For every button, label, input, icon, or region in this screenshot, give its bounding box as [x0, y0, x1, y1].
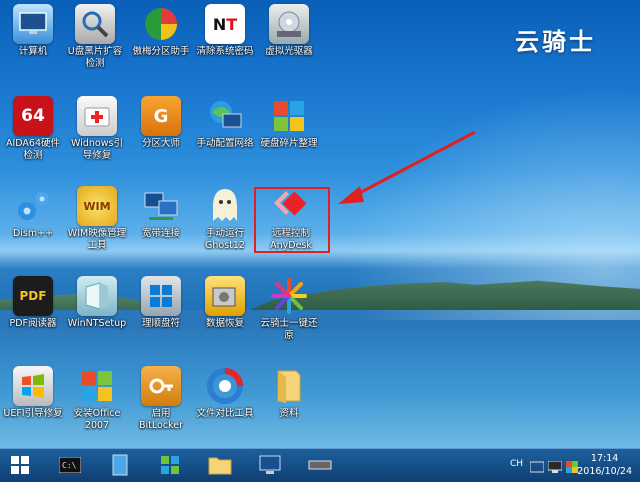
uefi-repair-shortcut[interactable]: UEFI引导修复	[0, 366, 66, 420]
magnifier-icon	[75, 4, 115, 44]
folder-icon	[269, 366, 309, 406]
data-recovery-icon	[205, 276, 245, 316]
data-recovery-shortcut[interactable]: 数据恢复	[192, 276, 258, 330]
winntsetup-shortcut[interactable]: WinNTSetup	[64, 276, 130, 330]
defrag-blocks-icon	[269, 96, 309, 136]
network-config-shortcut[interactable]: 手动配置网络	[192, 96, 258, 150]
nt-key-icon: NT	[205, 4, 245, 44]
display-icon[interactable]	[547, 458, 563, 477]
pdf-reader-shortcut[interactable]: PDF PDF阅读器	[0, 276, 66, 330]
windows-boot-repair-shortcut[interactable]: Widnows引 导修复	[64, 96, 130, 162]
office-icon	[77, 366, 117, 406]
windows-logo-icon	[11, 456, 29, 474]
ime-indicator[interactable]: CH	[510, 459, 523, 469]
clock-time: 17:14	[590, 453, 619, 464]
pie-disk-icon	[141, 4, 181, 44]
computer-shortcut[interactable]: 计算机	[0, 4, 66, 58]
command-prompt-icon: C:\	[59, 457, 81, 473]
keyboard-icon[interactable]	[529, 458, 545, 477]
windows-flag-icon	[13, 366, 53, 406]
g-icon: G	[141, 96, 181, 136]
desktop: 云骑士 计算机 U盘黑片扩容 检测 傲梅分区助手 NT 清除系统密码 虚拟光驱器…	[0, 0, 640, 448]
defrag-shortcut[interactable]: 硬盘碎片整理	[256, 96, 322, 150]
dism-shortcut[interactable]: Dism++	[0, 186, 66, 240]
aida64-shortcut[interactable]: 64 AIDA64硬件 检测	[0, 96, 66, 162]
broadband-shortcut[interactable]: 宽带连接	[128, 186, 194, 240]
setup-box-icon	[77, 276, 117, 316]
colorful-burst-icon	[269, 276, 309, 316]
compare-ring-icon	[205, 366, 245, 406]
brand-logo: 云骑士	[515, 28, 596, 56]
start-button[interactable]	[6, 452, 34, 478]
gears-icon	[13, 186, 53, 226]
key-icon	[141, 366, 181, 406]
clock[interactable]: 17:14 2016/10/24	[577, 452, 632, 478]
taskbar-explorer[interactable]	[206, 452, 234, 478]
pointer-arrow-icon	[338, 130, 476, 204]
taskbar-chip[interactable]	[306, 452, 334, 478]
network-computers-icon	[141, 186, 181, 226]
windows-drive-icon	[141, 276, 181, 316]
usb-check-shortcut[interactable]: U盘黑片扩容 检测	[62, 4, 128, 70]
file-compare-shortcut[interactable]: 文件对比工具	[192, 366, 258, 420]
svg-text:C:\: C:\	[62, 461, 77, 470]
restore-shortcut[interactable]: 云骑士一键还 原	[256, 276, 322, 342]
first-aid-kit-icon	[77, 96, 117, 136]
documents-folder-shortcut[interactable]: 资料	[256, 366, 322, 420]
memory-chip-icon	[308, 460, 332, 470]
partition-master-shortcut[interactable]: G 分区大师	[128, 96, 194, 150]
network-monitor-icon	[259, 455, 281, 474]
taskbar: C:\ CH 17:14 2016/10/24	[0, 448, 640, 482]
clock-date: 2016/10/24	[577, 466, 632, 477]
wim-manager-shortcut[interactable]: WIM WIM映像管理 工具	[64, 186, 130, 252]
partition-assistant-shortcut[interactable]: 傲梅分区助手	[128, 4, 194, 58]
wim-icon: WIM	[77, 186, 117, 226]
blocks-icon	[161, 456, 179, 474]
optical-drive-icon	[269, 4, 309, 44]
computer-icon	[13, 4, 53, 44]
clear-password-shortcut[interactable]: NT 清除系统密码	[192, 4, 258, 58]
office-install-shortcut[interactable]: 安装Office 2007	[64, 366, 130, 432]
highlight-box	[254, 187, 330, 253]
folder-icon	[208, 457, 232, 475]
pdf-icon: PDF	[13, 276, 53, 316]
color-tray-icon[interactable]	[566, 458, 578, 477]
drive-letter-shortcut[interactable]: 理顺盘符	[128, 276, 194, 330]
virtual-drive-shortcut[interactable]: 虚拟光驱器	[256, 4, 322, 58]
ghost-shortcut[interactable]: 手动运行 Ghost12	[192, 186, 258, 252]
ghost-icon	[205, 186, 245, 226]
aida64-icon: 64	[13, 96, 53, 136]
taskbar-cmd[interactable]: C:\	[56, 452, 84, 478]
taskbar-book[interactable]	[106, 452, 134, 478]
taskbar-blocks[interactable]	[156, 452, 184, 478]
taskbar-network[interactable]	[256, 452, 284, 478]
network-globe-icon	[205, 96, 245, 136]
bitlocker-shortcut[interactable]: 启用 BitLocker	[128, 366, 194, 432]
book-icon	[112, 454, 128, 476]
